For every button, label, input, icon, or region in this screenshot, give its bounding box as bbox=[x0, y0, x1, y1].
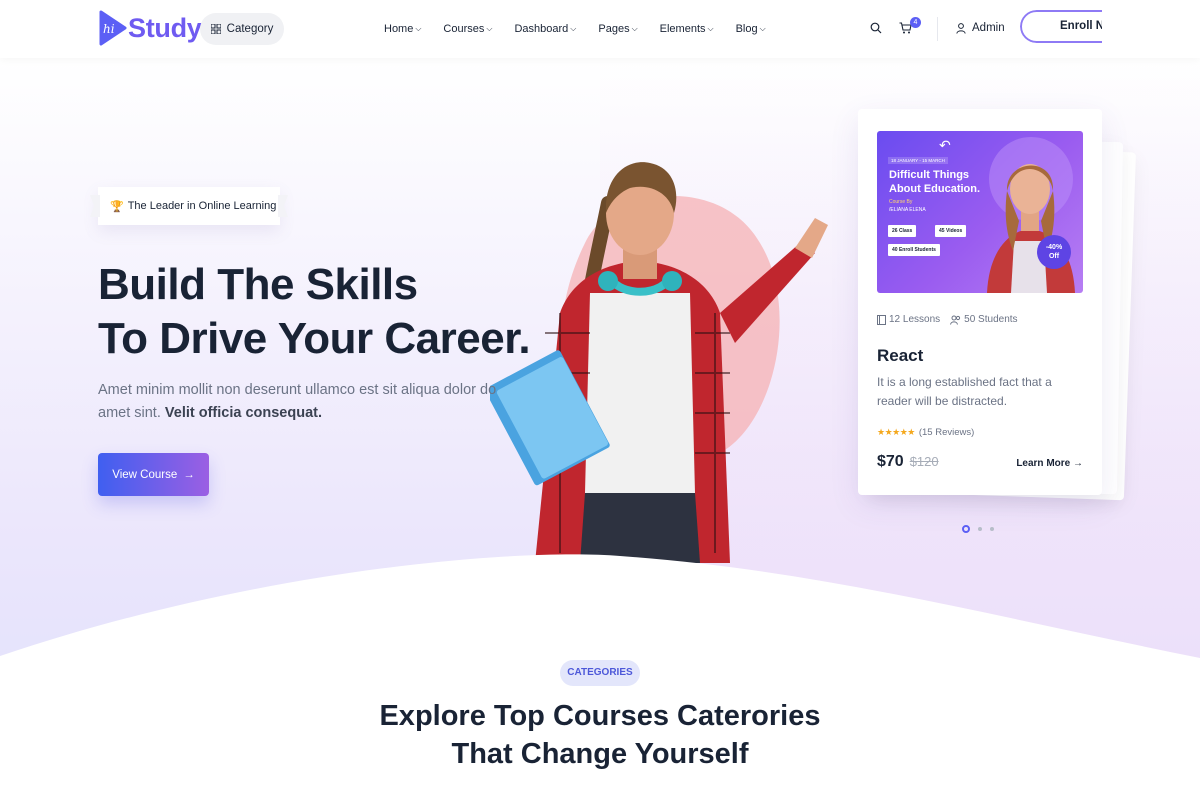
thumb-date: 18 JANUARY - 15 MARCH bbox=[888, 157, 948, 164]
thumb-chip-videos: 45 Videos bbox=[935, 225, 967, 237]
thumb-chip-class: 26 Class bbox=[888, 225, 917, 237]
chevron-down-icon: ⌵ bbox=[759, 24, 766, 33]
nav-label: Courses bbox=[443, 23, 485, 35]
course-card[interactable]: ↶ 18 JANUARY - 15 MARCH Difficult Things… bbox=[858, 109, 1102, 495]
discount-badge: -40% Off bbox=[1037, 235, 1071, 269]
leader-badge: 🏆 The Leader in Online Learning bbox=[98, 187, 280, 225]
slider-dot[interactable] bbox=[978, 527, 982, 531]
nav-label: Pages bbox=[598, 23, 630, 35]
price-old: $120 bbox=[909, 454, 939, 469]
thumb-arrow-icon: ↶ bbox=[939, 137, 951, 153]
students-meta: 50 Students bbox=[950, 314, 1018, 325]
reviews-count: (15 Reviews) bbox=[918, 427, 975, 438]
lessons-meta: 12 Lessons bbox=[877, 314, 940, 325]
nav-item-elements[interactable]: Elements ⌵ bbox=[660, 23, 714, 35]
enroll-now-button[interactable]: Enroll Now bbox=[1020, 10, 1102, 43]
nav-item-home[interactable]: Home ⌵ bbox=[384, 23, 421, 35]
learn-more-link[interactable]: Learn More → bbox=[1016, 458, 1083, 469]
instructor-photo bbox=[987, 137, 1075, 293]
admin-link[interactable]: Admin bbox=[956, 22, 1005, 34]
discount-sub: Off bbox=[1048, 253, 1060, 260]
nav-item-courses[interactable]: Courses ⌵ bbox=[443, 23, 492, 35]
nav-label: Dashboard bbox=[514, 23, 569, 35]
nav-label: Home bbox=[384, 23, 414, 35]
price-current: $70 bbox=[877, 453, 904, 470]
lessons-count: 12 Lessons bbox=[889, 314, 941, 325]
hero-title: Build The Skills To Drive Your Career. bbox=[98, 258, 531, 366]
category-label: Category bbox=[226, 23, 274, 35]
course-description: It is a long established fact that a rea… bbox=[877, 375, 1052, 408]
nav-item-blog[interactable]: Blog ⌵ bbox=[736, 23, 766, 35]
logo-mark-text: hi bbox=[103, 22, 115, 36]
nav-item-pages[interactable]: Pages ⌵ bbox=[598, 23, 637, 35]
logo[interactable]: hi Study bbox=[98, 10, 202, 46]
star-rating-icon: ★★★★★ bbox=[877, 427, 915, 437]
hero-section: 🏆 The Leader in Online Learning Build Th… bbox=[0, 58, 1200, 800]
learn-more-label: Learn More bbox=[1016, 458, 1071, 469]
slider-dots bbox=[962, 525, 994, 533]
arrow-right-icon: → bbox=[183, 468, 195, 481]
course-title[interactable]: React bbox=[877, 346, 923, 366]
grid-icon bbox=[210, 24, 221, 34]
nav-item-dashboard[interactable]: Dashboard ⌵ bbox=[514, 23, 576, 35]
hero-title-line2: To Drive Your Career. bbox=[98, 314, 531, 363]
chevron-down-icon: ⌵ bbox=[631, 24, 638, 33]
thumb-title: Difficult Things About Education. bbox=[889, 169, 981, 195]
chevron-down-icon: ⌵ bbox=[415, 24, 422, 33]
discount-value: -40% bbox=[1045, 244, 1063, 251]
user-icon bbox=[956, 22, 966, 34]
admin-label: Admin bbox=[972, 22, 1005, 34]
slider-dot[interactable] bbox=[990, 527, 994, 531]
nav-label: Elements bbox=[659, 23, 706, 35]
arrow-right-icon: → bbox=[1073, 458, 1083, 469]
categories-badge: CATEGORIES bbox=[560, 660, 640, 686]
thumb-chip-students: 40 Enroll Students bbox=[888, 244, 940, 256]
leader-badge-text: The Leader in Online Learning bbox=[127, 200, 277, 212]
main-nav: Home ⌵ Courses ⌵ Dashboard ⌵ Pages ⌵ Element… bbox=[384, 0, 766, 58]
categories-title: Explore Top Courses Caterories That Chan… bbox=[0, 697, 1200, 773]
trophy-icon: 🏆 bbox=[110, 200, 124, 213]
course-rating: ★★★★★ (15 Reviews) bbox=[877, 427, 974, 438]
thumb-instructor: /ELIANA ELENA bbox=[889, 207, 926, 213]
category-button[interactable]: Category bbox=[200, 13, 284, 45]
course-meta: 12 Lessons 50 Students bbox=[877, 314, 1018, 325]
logo-text: Study bbox=[128, 12, 202, 43]
nav-label: Blog bbox=[735, 23, 758, 35]
categories-title-line1: Explore Top Courses Caterories bbox=[379, 700, 821, 732]
logo-mark-icon: hi bbox=[98, 10, 127, 46]
site-header: hi Study Category Home ⌵ Courses ⌵ Dashboa… bbox=[0, 0, 1200, 58]
slider-dot[interactable] bbox=[962, 525, 970, 533]
course-thumbnail[interactable]: ↶ 18 JANUARY - 15 MARCH Difficult Things… bbox=[877, 131, 1083, 293]
enroll-button-wrap: Enroll Now bbox=[1020, 10, 1102, 43]
search-icon[interactable] bbox=[870, 22, 882, 34]
chevron-down-icon: ⌵ bbox=[707, 24, 714, 33]
students-count: 50 Students bbox=[964, 314, 1018, 325]
thumb-course-by: Course By bbox=[889, 199, 913, 205]
view-course-label: View Course bbox=[112, 468, 178, 481]
view-course-button[interactable]: View Course → bbox=[98, 453, 209, 496]
book-icon bbox=[877, 314, 886, 325]
chevron-down-icon: ⌵ bbox=[570, 24, 577, 33]
categories-title-line2: That Change Yourself bbox=[451, 738, 749, 770]
student-illustration bbox=[490, 162, 828, 563]
users-icon bbox=[950, 315, 961, 325]
chevron-down-icon: ⌵ bbox=[486, 24, 493, 33]
header-divider bbox=[937, 17, 938, 41]
hero-title-line1: Build The Skills bbox=[98, 260, 418, 309]
hero-desc-bold: Velit officia consequat. bbox=[164, 405, 323, 421]
cart-count-badge: 4 bbox=[910, 17, 921, 28]
course-price: $70 $120 bbox=[877, 453, 939, 471]
hero-description: Amet minim mollit non deserunt ullamco e… bbox=[98, 379, 518, 425]
